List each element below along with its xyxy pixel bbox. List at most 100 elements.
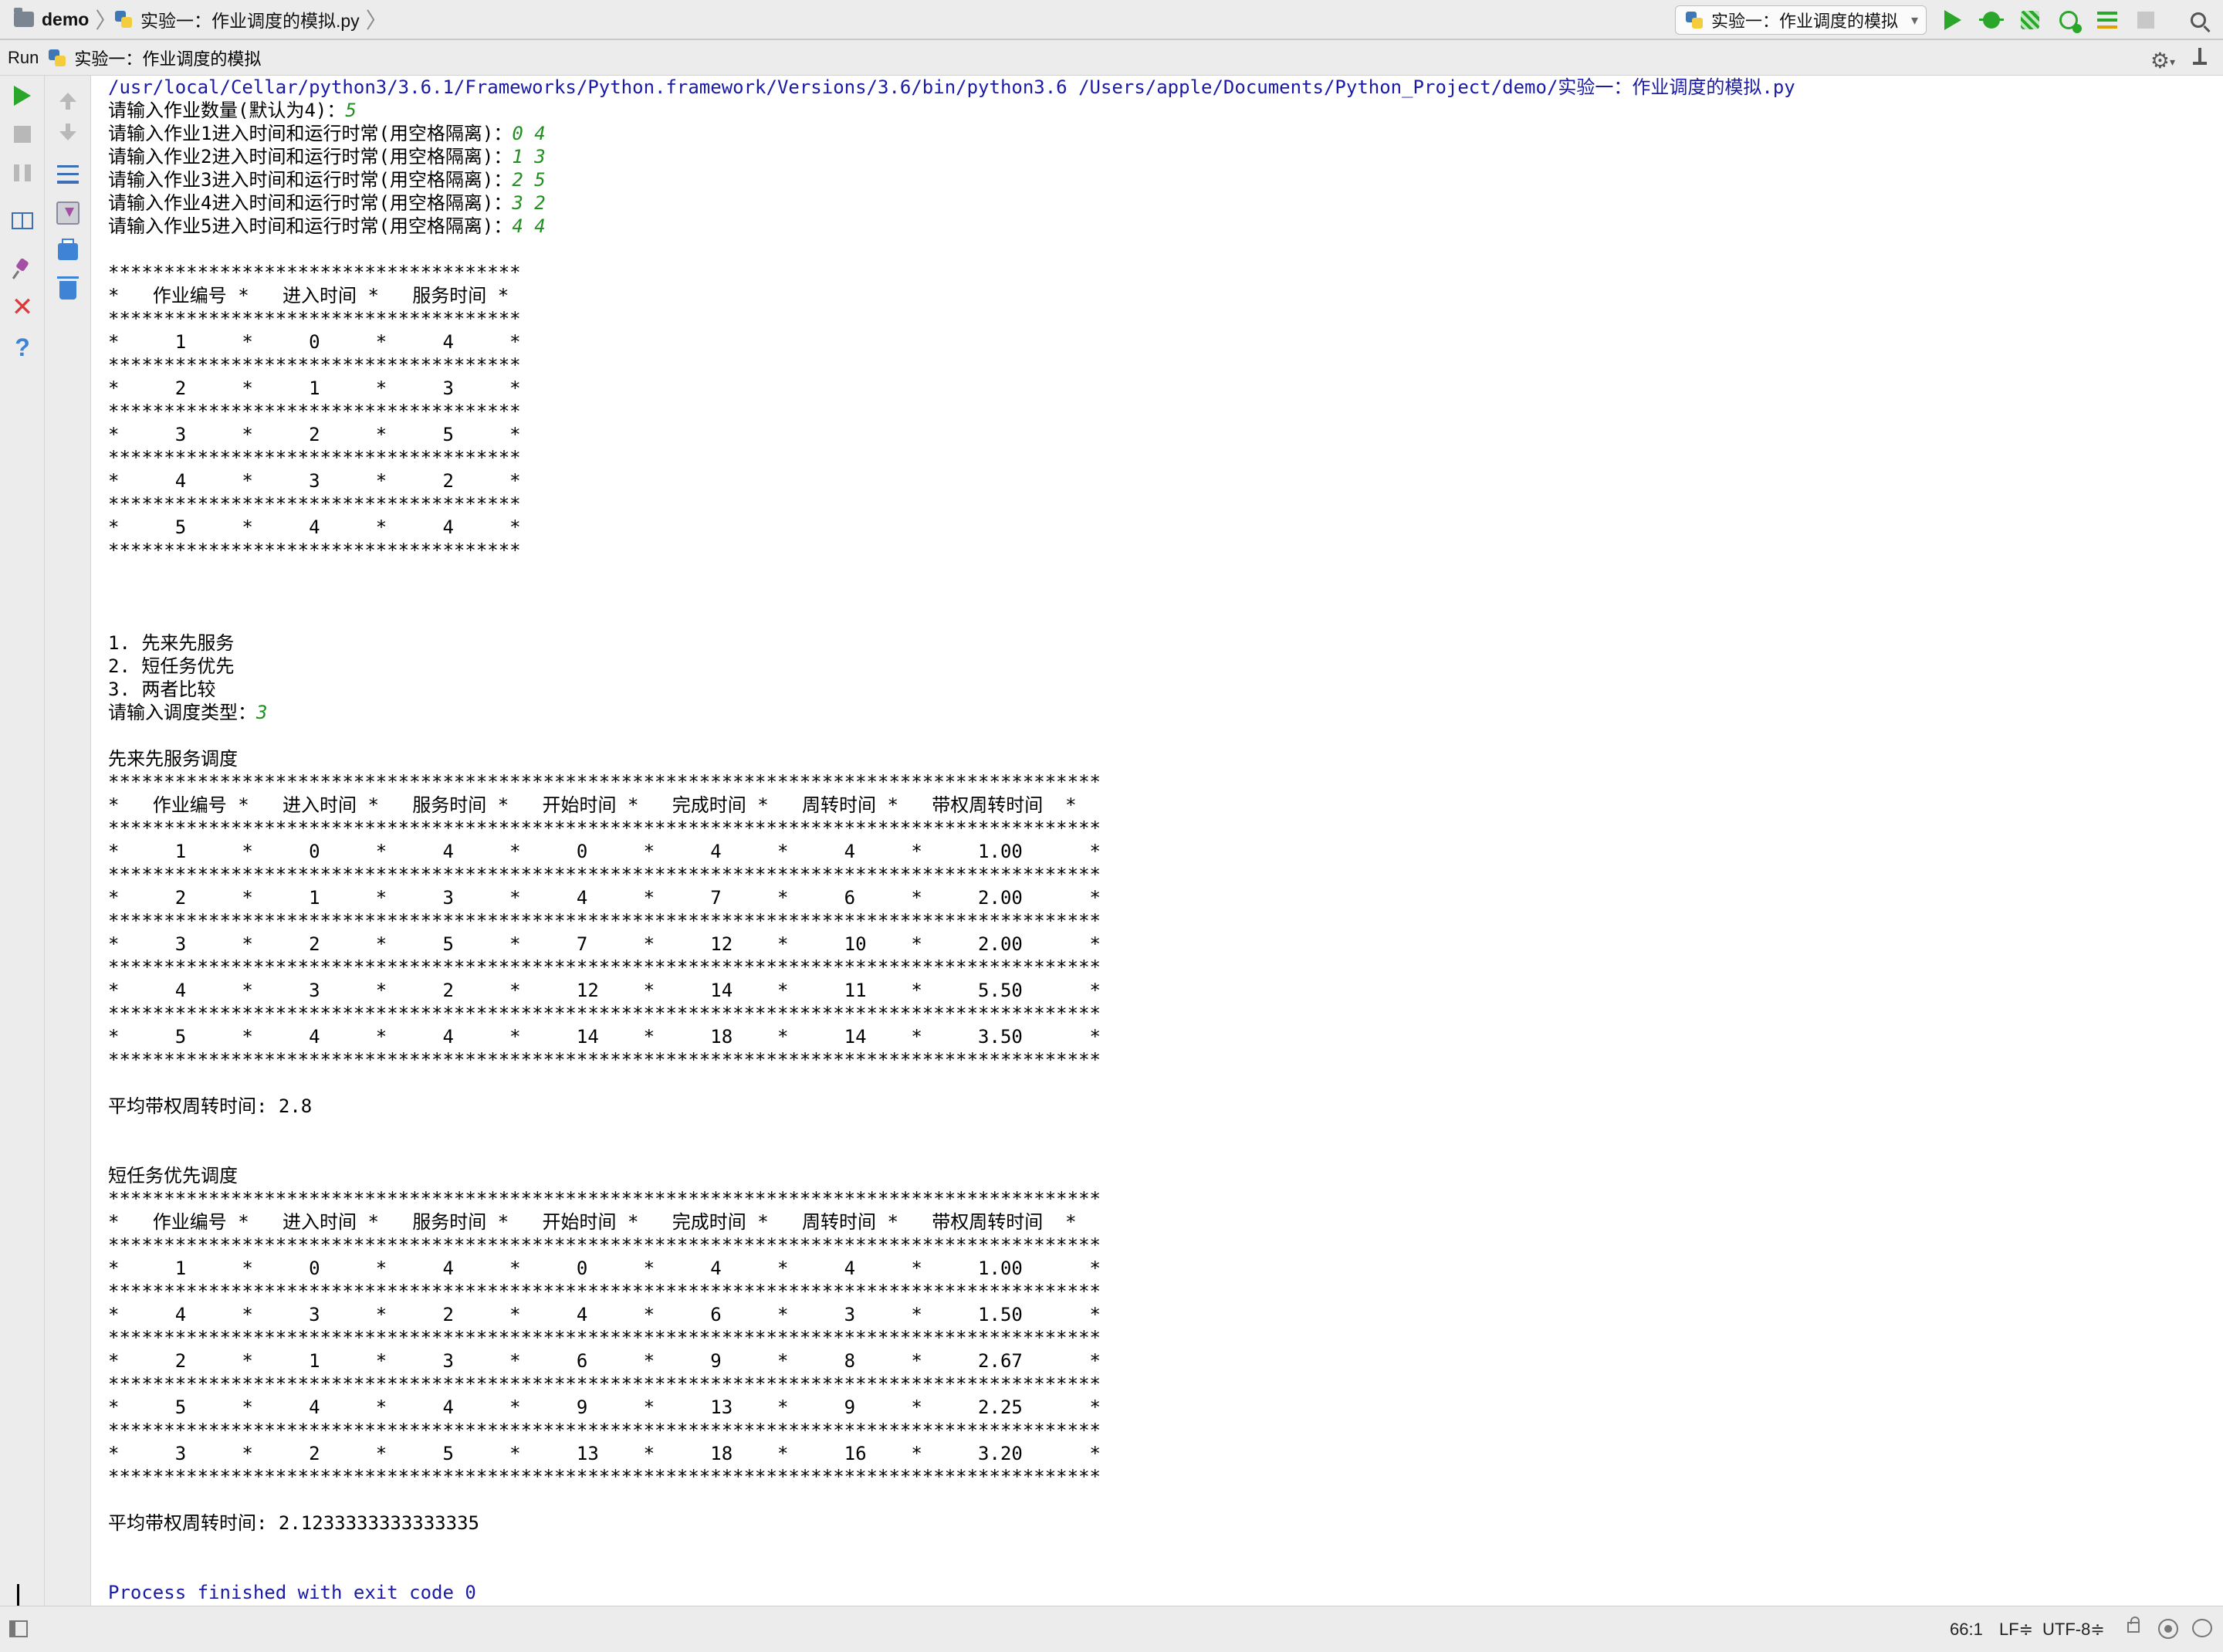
concurrency-diagram-button[interactable] [2095, 8, 2120, 32]
run-button[interactable] [1940, 8, 1965, 32]
lock-icon[interactable] [2127, 1616, 2140, 1633]
console-line-text: * 4 * 3 * 2 * 4 * 6 * 3 * 1.50 * [108, 1304, 1101, 1325]
console-line-text: * 2 * 1 * 3 * 6 * 9 * 8 * 2.67 * [108, 1350, 1101, 1372]
console-line: ************************************* [108, 539, 1795, 562]
restore-layout-button[interactable] [8, 207, 36, 235]
console-line: ****************************************… [108, 1002, 1795, 1025]
console-line-text: * 5 * 4 * 4 * 9 * 13 * 9 * 2.25 * [108, 1396, 1101, 1418]
debug-icon [1979, 12, 2004, 29]
profile-button[interactable] [2056, 8, 2082, 33]
console-line: 平均带权周转时间: 2.1233333333333335 [108, 1512, 1795, 1535]
console-line-text: * 5 * 4 * 4 * 14 * 18 * 14 * 3.50 * [108, 1026, 1101, 1048]
debug-button[interactable] [1979, 8, 2004, 32]
console-line-text: Process finished with exit code 0 [108, 1582, 476, 1603]
pause-output-button[interactable] [8, 159, 36, 187]
console-line-text: * 1 * 0 * 4 * 0 * 4 * 4 * 1.00 * [108, 1258, 1101, 1279]
console-line: * 作业编号 * 进入时间 * 服务时间 * 开始时间 * 完成时间 * 周转时… [108, 794, 1795, 817]
hide-panel-icon[interactable] [2191, 46, 2209, 68]
console-line-text: ****************************************… [108, 818, 1101, 839]
console-line-text: ****************************************… [108, 910, 1101, 932]
console-line-text: * 3 * 2 * 5 * 7 * 12 * 10 * 2.00 * [108, 933, 1101, 955]
user-input: 2 5 [512, 169, 546, 191]
console-line: ****************************************… [108, 1048, 1795, 1071]
close-run-button[interactable]: ✕ [8, 293, 36, 321]
console-line: ************************************* [108, 446, 1795, 469]
text-caret [17, 1584, 19, 1606]
chevron-down-icon: ▾ [1910, 12, 1918, 28]
console-line-text: ****************************************… [108, 1188, 1101, 1210]
python-icon [1685, 11, 1704, 29]
console-line: ****************************************… [108, 1280, 1795, 1303]
console-text: /usr/local/Cellar/python3/3.6.1/Framewor… [108, 76, 1795, 1604]
user-input: 5 [345, 100, 357, 121]
gear-icon[interactable]: ⚙▾ [2150, 48, 2175, 73]
help-button[interactable]: ? [8, 333, 36, 361]
event-log-icon[interactable] [2192, 1619, 2212, 1637]
rerun-button[interactable] [8, 82, 36, 110]
clear-all-button[interactable] [54, 276, 82, 304]
console-line: ****************************************… [108, 956, 1795, 979]
console-line: ****************************************… [108, 909, 1795, 933]
console-line: * 2 * 1 * 3 * 6 * 9 * 8 * 2.67 * [108, 1349, 1795, 1373]
console-line: 请输入作业1进入时间和运行时常(用空格隔离)：0 4 [108, 122, 1795, 145]
run-configuration-select[interactable]: 实验一：作业调度的模拟 ▾ [1675, 5, 1927, 35]
console-line-text: ****************************************… [108, 1234, 1101, 1256]
tool-windows-icon[interactable] [9, 1620, 28, 1637]
console-line: * 作业编号 * 进入时间 * 服务时间 * 开始时间 * 完成时间 * 周转时… [108, 1210, 1795, 1234]
previous-occurrence-button[interactable] [54, 83, 82, 111]
chevron-right-icon: 〉 [365, 8, 387, 32]
console-line: 请输入作业3进入时间和运行时常(用空格隔离)：2 5 [108, 168, 1795, 191]
concurrency-icon [2097, 12, 2117, 29]
scroll-to-end-button[interactable] [54, 199, 82, 227]
next-occurrence-button[interactable] [54, 122, 82, 150]
console-line-text: * 4 * 3 * 2 * [108, 470, 521, 492]
breadcrumb-file[interactable]: 实验一：作业调度的模拟.py 〉 [114, 0, 387, 39]
console-line-text: * 作业编号 * 进入时间 * 服务时间 * 开始时间 * 完成时间 * 周转时… [108, 794, 1077, 816]
caret-position[interactable]: 66:1 [1950, 1620, 1983, 1640]
search-everywhere-button[interactable] [2186, 8, 2211, 32]
console-line: * 3 * 2 * 5 * 7 * 12 * 10 * 2.00 * [108, 933, 1795, 956]
pin-tab-button[interactable] [8, 255, 36, 283]
console-line-text: * 1 * 0 * 4 * [108, 331, 521, 353]
console-line: 请输入调度类型：3 [108, 701, 1795, 724]
stop-run-button[interactable] [8, 120, 36, 148]
inspector-icon[interactable] [2158, 1619, 2178, 1639]
run-configuration-label: 实验一：作业调度的模拟 [1711, 12, 1899, 31]
run-with-coverage-button[interactable] [2018, 8, 2042, 32]
folder-icon [14, 8, 34, 27]
console-line-text: ****************************************… [108, 771, 1101, 793]
line-separator[interactable]: LF≑ [1999, 1620, 2033, 1640]
file-encoding[interactable]: UTF-8≑ [2042, 1620, 2105, 1640]
soft-wrap-button[interactable] [54, 161, 82, 188]
run-icon [1944, 10, 1961, 30]
console-line-text: 请输入作业2进入时间和运行时常(用空格隔离)： [108, 146, 513, 168]
console-line: 2. 短任务优先 [108, 655, 1795, 678]
stop-button[interactable] [2133, 8, 2158, 32]
console-line: * 作业编号 * 进入时间 * 服务时间 * [108, 284, 1795, 307]
run-tab[interactable]: 实验一：作业调度的模拟 [74, 46, 261, 70]
restore-layout-icon [12, 212, 33, 229]
console-line: ****************************************… [108, 1187, 1795, 1210]
console-line-text: 请输入作业1进入时间和运行时常(用空格隔离)： [108, 123, 513, 144]
console-line-text: 2. 短任务优先 [108, 655, 235, 677]
console-line-text: 请输入调度类型： [108, 702, 256, 723]
console-line-text: ****************************************… [108, 1049, 1101, 1071]
rerun-icon [14, 86, 31, 106]
console-line-text: * 2 * 1 * 3 * 4 * 7 * 6 * 2.00 * [108, 887, 1101, 909]
console-line: 请输入作业4进入时间和运行时常(用空格隔离)：3 2 [108, 191, 1795, 215]
down-arrow-icon [59, 124, 76, 140]
print-button[interactable] [54, 238, 82, 266]
console-line-text: ************************************* [108, 401, 521, 422]
pause-icon [14, 164, 31, 181]
breadcrumb-project[interactable]: demo 〉 [14, 0, 117, 39]
console-output[interactable]: /usr/local/Cellar/python3/3.6.1/Framewor… [91, 76, 2223, 1606]
project-name: demo [42, 8, 90, 29]
console-line-text: ****************************************… [108, 1420, 1101, 1441]
pin-tab-icon [13, 259, 32, 278]
run-tool-window-header: Run 实验一：作业调度的模拟 ⚙▾ [0, 40, 2223, 76]
console-line: 1. 先来先服务 [108, 631, 1795, 655]
